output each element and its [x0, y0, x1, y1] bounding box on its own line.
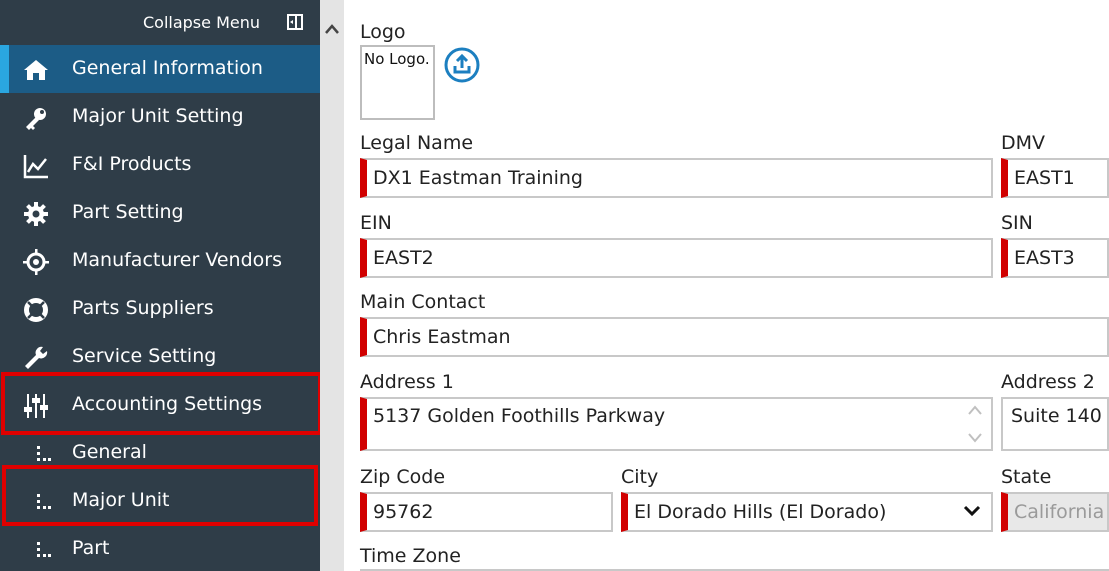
sin-field[interactable]: EAST3	[1001, 238, 1109, 278]
textarea-scroll-icon[interactable]	[966, 402, 984, 446]
highlight-major-unit	[2, 465, 318, 526]
sidebar-item-general-information[interactable]: General Information	[0, 45, 320, 93]
time-zone-label: Time Zone	[360, 545, 461, 567]
sidebar-item-label: General	[72, 441, 147, 463]
main-contact-label: Main Contact	[360, 291, 486, 313]
chevron-down-icon[interactable]	[962, 504, 982, 518]
line-chart-icon	[23, 153, 49, 179]
collapse-icon	[287, 14, 303, 30]
address1-value: 5137 Golden Foothills Parkway	[373, 405, 666, 427]
sub-item-icon	[30, 537, 56, 563]
scrollbar[interactable]	[320, 0, 344, 571]
address1-field[interactable]: 5137 Golden Foothills Parkway	[360, 397, 993, 451]
logo-placeholder: No Logo.	[364, 50, 430, 68]
sidebar-item-fi-products[interactable]: F&I Products	[0, 141, 320, 189]
address2-field[interactable]: Suite 140	[1001, 397, 1109, 451]
sidebar-item-label: Part Setting	[72, 201, 184, 223]
sidebar-item-major-unit-setting[interactable]: Major Unit Setting	[0, 93, 320, 141]
city-label: City	[621, 466, 659, 488]
ein-label: EIN	[360, 212, 392, 234]
sidebar-item-manufacturer-vendors[interactable]: Manufacturer Vendors	[0, 237, 320, 285]
address1-label: Address 1	[360, 371, 454, 393]
dmv-label: DMV	[1001, 132, 1046, 154]
sidebar-item-label: Service Setting	[72, 345, 217, 367]
wrench-key-icon	[23, 105, 49, 131]
legal-name-field[interactable]: DX1 Eastman Training	[360, 158, 993, 198]
sidebar-item-label: Manufacturer Vendors	[72, 249, 282, 271]
lifebuoy-icon	[23, 297, 49, 323]
collapse-menu-label: Collapse Menu	[142, 13, 260, 32]
sidebar-item-label: Parts Suppliers	[72, 297, 214, 319]
sidebar-item-part-setting[interactable]: Part Setting	[0, 189, 320, 237]
collapse-menu-button[interactable]: Collapse Menu	[0, 0, 320, 45]
scroll-up-icon[interactable]	[324, 22, 340, 38]
wrench-icon	[23, 345, 49, 371]
city-select[interactable]: El Dorado Hills (El Dorado)	[621, 492, 993, 532]
main-contact-field[interactable]: Chris Eastman	[360, 317, 1109, 357]
sidebar: Collapse Menu General Information Major …	[0, 0, 322, 571]
state-field: California	[1001, 492, 1109, 532]
sidebar-item-label: F&I Products	[72, 153, 192, 175]
sub-item-icon	[30, 441, 56, 467]
gear-icon	[23, 201, 49, 227]
address2-label: Address 2	[1001, 371, 1095, 393]
home-icon	[23, 57, 49, 83]
sidebar-item-part[interactable]: Part	[0, 525, 320, 571]
address2-value: Suite 140	[1011, 405, 1102, 427]
target-icon	[23, 249, 49, 275]
sidebar-item-parts-suppliers[interactable]: Parts Suppliers	[0, 285, 320, 333]
city-value: El Dorado Hills (El Dorado)	[634, 501, 887, 523]
dmv-field[interactable]: EAST1	[1001, 158, 1109, 198]
highlight-accounting-settings	[1, 372, 322, 435]
legal-name-label: Legal Name	[360, 132, 474, 154]
sidebar-item-label: Part	[72, 537, 110, 559]
sidebar-item-label: General Information	[72, 57, 263, 79]
ein-field[interactable]: EAST2	[360, 238, 993, 278]
sin-label: SIN	[1001, 212, 1033, 234]
state-label: State	[1001, 466, 1052, 488]
zip-code-field[interactable]: 95762	[360, 492, 613, 532]
sidebar-item-label: Major Unit Setting	[72, 105, 244, 127]
logo-label: Logo	[360, 21, 406, 43]
logo-preview: No Logo.	[360, 45, 435, 120]
upload-icon[interactable]	[443, 46, 481, 84]
zip-code-label: Zip Code	[360, 466, 446, 488]
